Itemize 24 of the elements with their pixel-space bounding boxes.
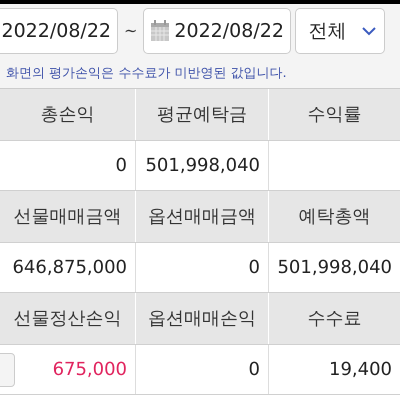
table-cell-text: 19,400 [329, 358, 392, 382]
column-header: 총손익 [40, 103, 96, 127]
category-dropdown[interactable]: 전체 [295, 8, 386, 54]
table-cell-text: 501,998,040 [277, 256, 392, 280]
column-header: 선물매매금액 [12, 205, 122, 229]
calendar-icon [150, 20, 170, 42]
column-header: 옵션매매손익 [135, 293, 268, 344]
table-cell-text: 501,998,040 [145, 154, 260, 178]
chevron-down-icon [362, 26, 376, 36]
table-cell-text: 0 [248, 358, 260, 382]
date-separator: ~ [123, 20, 138, 42]
column-header: 평균예탁금 [135, 89, 268, 140]
table-cell-text: 675,000 [52, 358, 127, 382]
table-cell-text: 0 [248, 256, 260, 280]
column-header: 옵션매매금액 [135, 191, 268, 242]
column-header: 예탁총액 [268, 191, 400, 242]
table-cell-text: 0 [116, 154, 127, 178]
column-header: 선물정산손익 [12, 307, 122, 331]
column-header: 수익률 [268, 89, 400, 140]
notice-text: 화면의 평가손익은 수수료가 미반영된 값입니다. [5, 65, 288, 83]
end-date-field[interactable]: 2022/08/22 [143, 8, 292, 54]
column-header: 수수료 [268, 293, 400, 344]
table-cell-text: 646,875,000 [12, 256, 127, 280]
start-date-field[interactable]: 2022/08/22 [0, 8, 118, 54]
